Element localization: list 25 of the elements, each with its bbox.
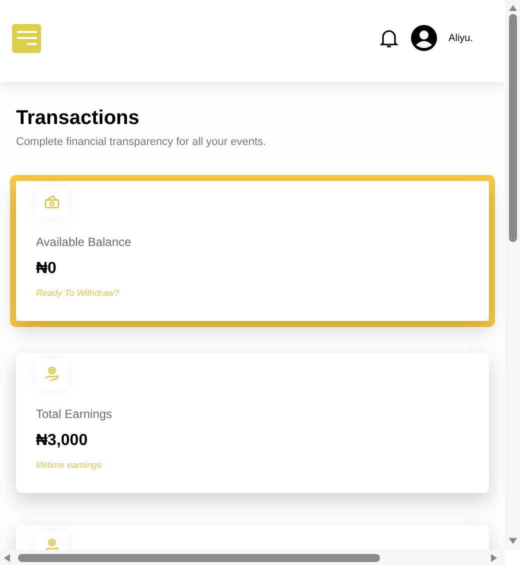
scroll-left-icon[interactable] — [4, 554, 10, 562]
cash-icon — [44, 195, 60, 209]
card-label: Total Earnings — [36, 406, 114, 422]
scroll-thumb[interactable] — [18, 554, 380, 562]
card-amount: ₦0 — [36, 258, 58, 278]
page-subtitle: Complete financial transparency for all your events. — [16, 135, 268, 150]
card-note: lifetime earnings — [36, 458, 103, 472]
card-outline[interactable]: Total Earnings ₦3,000 lifetime earnings — [10, 346, 495, 498]
menu-button[interactable] — [12, 24, 41, 52]
scroll-up-icon[interactable] — [508, 5, 516, 11]
horizontal-scrollbar[interactable] — [0, 550, 505, 565]
vertical-scrollbar[interactable] — [505, 0, 520, 550]
coin-hand-icon — [44, 538, 60, 550]
page-title: Transactions — [16, 106, 140, 130]
user-avatar-icon[interactable] — [410, 25, 437, 51]
card-note: Ready To Withdraw? — [36, 286, 120, 300]
selected-card-outline[interactable]: Available Balance ₦0 Ready To Withdraw? — [10, 174, 495, 326]
scroll-down-icon[interactable] — [508, 538, 516, 544]
user-name: Aliyu. — [448, 32, 473, 46]
scroll-thumb[interactable] — [508, 14, 516, 242]
scroll-right-icon[interactable] — [491, 554, 497, 562]
card-label: Available Balance — [36, 234, 132, 250]
notification-bell-icon[interactable] — [380, 28, 398, 48]
card-amount: ₦3,000 — [36, 430, 89, 450]
coin-hand-icon — [44, 366, 60, 382]
